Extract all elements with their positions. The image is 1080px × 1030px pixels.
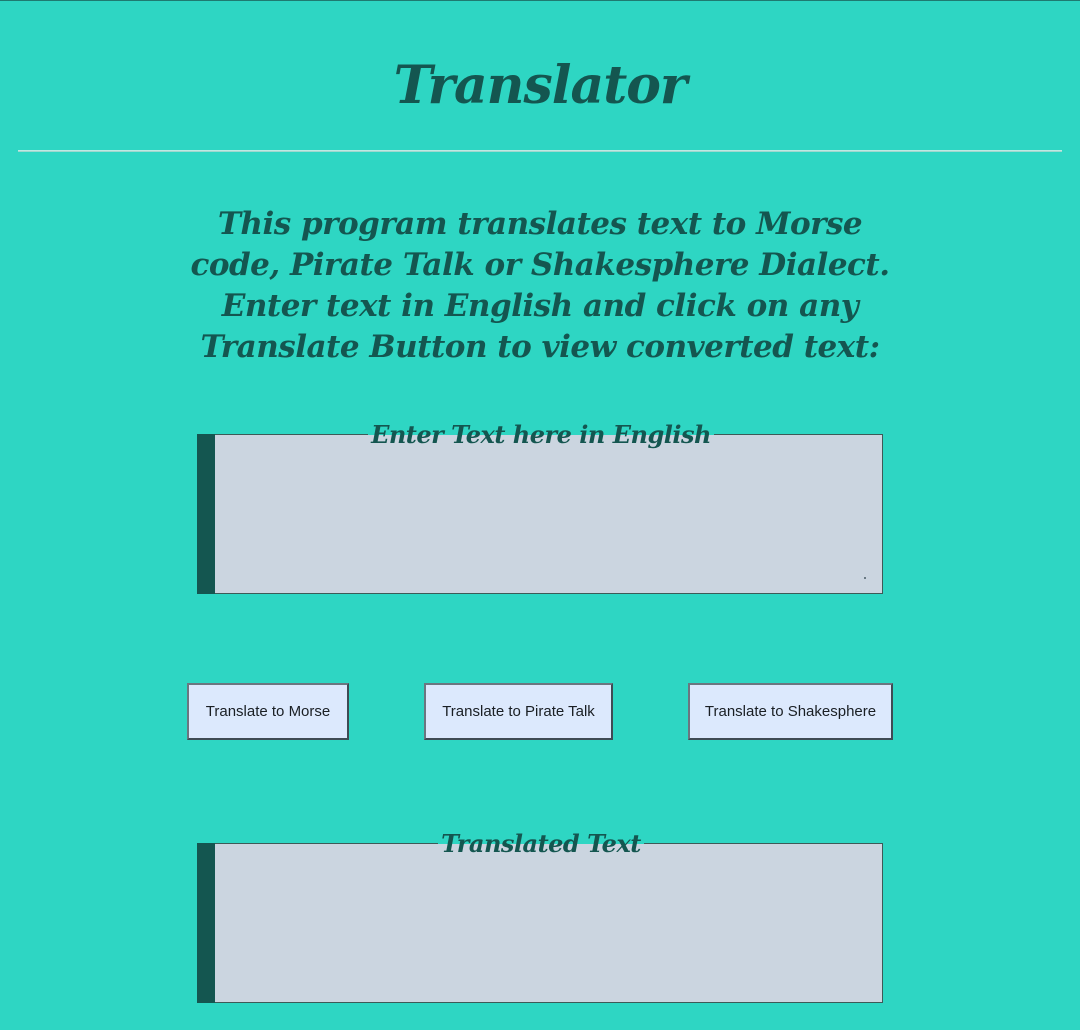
translated-text-output[interactable] xyxy=(216,844,882,1002)
intro-text: This program translates text to Morse co… xyxy=(190,206,890,365)
page-title: Translator xyxy=(393,55,688,116)
translate-morse-button[interactable]: Translate to Morse xyxy=(187,683,349,740)
header-divider xyxy=(18,150,1062,152)
top-edge-line xyxy=(0,0,1080,1)
input-accent-bar xyxy=(197,434,215,594)
input-text-field: Enter Text here in English xyxy=(197,421,883,594)
output-text-field: Translated Text xyxy=(197,830,883,1003)
resize-grip-icon[interactable] xyxy=(864,577,866,579)
translate-shakespeare-button[interactable]: Translate to Shakesphere xyxy=(688,683,893,740)
translate-pirate-button[interactable]: Translate to Pirate Talk xyxy=(424,683,613,740)
output-accent-bar xyxy=(197,843,215,1003)
english-text-input[interactable] xyxy=(216,435,882,593)
